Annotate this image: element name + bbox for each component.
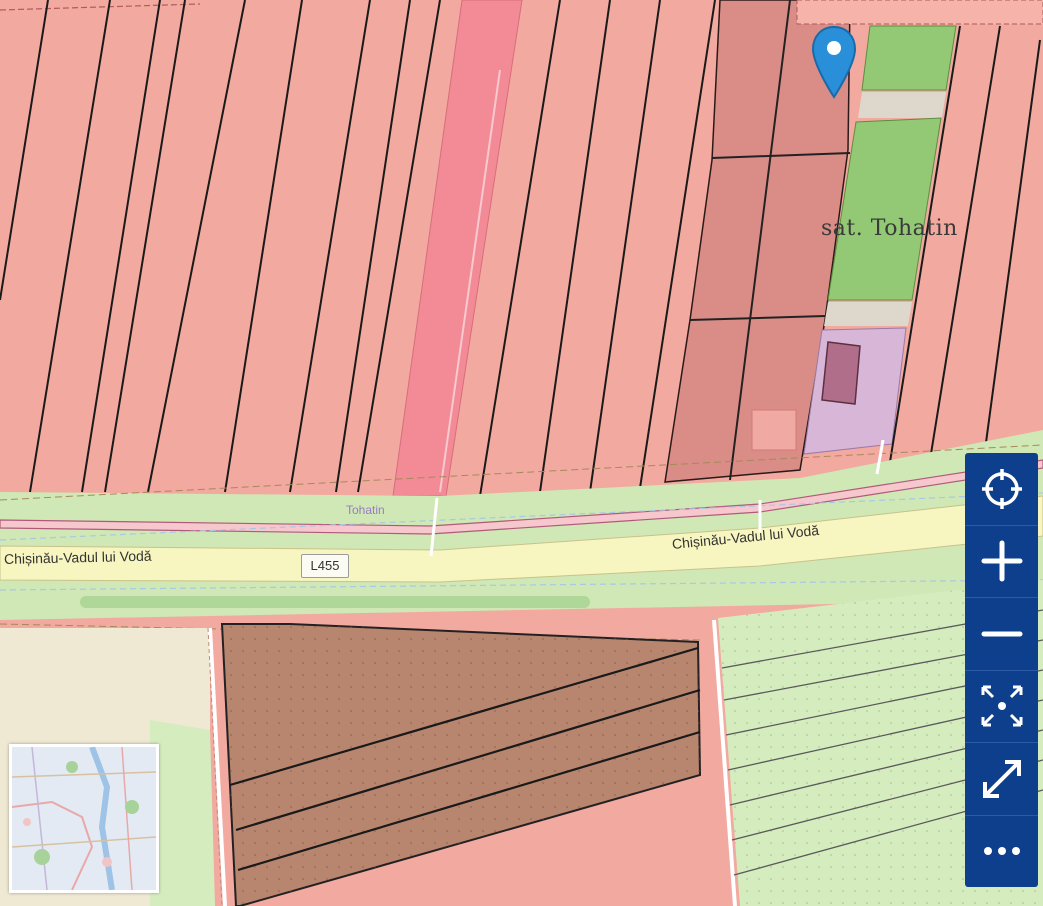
fit-extent-icon bbox=[981, 685, 1022, 727]
minimap-thumbnail bbox=[12, 747, 156, 890]
plus-icon bbox=[981, 540, 1022, 582]
locate-button[interactable] bbox=[965, 453, 1038, 526]
ellipsis-icon bbox=[983, 847, 1020, 856]
boundary-box bbox=[796, 0, 1043, 25]
pale-strip bbox=[858, 92, 946, 118]
map-control-bar bbox=[965, 453, 1038, 887]
road-ref-shield: L455 bbox=[301, 554, 349, 578]
fullscreen-button[interactable] bbox=[965, 743, 1038, 816]
settlement-label: sat. Tohatin bbox=[821, 216, 958, 241]
small-building bbox=[751, 409, 797, 451]
road-name-label: Chișinău-Vadul lui Vodă bbox=[3, 547, 152, 567]
minus-icon bbox=[981, 631, 1022, 637]
crosshair-icon bbox=[981, 468, 1022, 509]
zoom-out-button[interactable] bbox=[965, 598, 1038, 671]
green-field bbox=[861, 25, 957, 91]
more-button[interactable] bbox=[965, 816, 1038, 888]
green-stripe bbox=[80, 596, 590, 608]
brown-parcel-dots bbox=[222, 624, 700, 906]
location-pin-icon[interactable] bbox=[811, 25, 857, 99]
grass-area bbox=[150, 720, 215, 906]
place-label: Tohatin bbox=[346, 503, 385, 517]
fit-extent-button[interactable] bbox=[965, 671, 1038, 743]
overview-minimap[interactable] bbox=[9, 744, 159, 893]
house-building bbox=[821, 341, 861, 405]
zoom-in-button[interactable] bbox=[965, 526, 1038, 598]
expand-arrows-icon bbox=[982, 759, 1021, 798]
pale-strip bbox=[824, 302, 912, 326]
